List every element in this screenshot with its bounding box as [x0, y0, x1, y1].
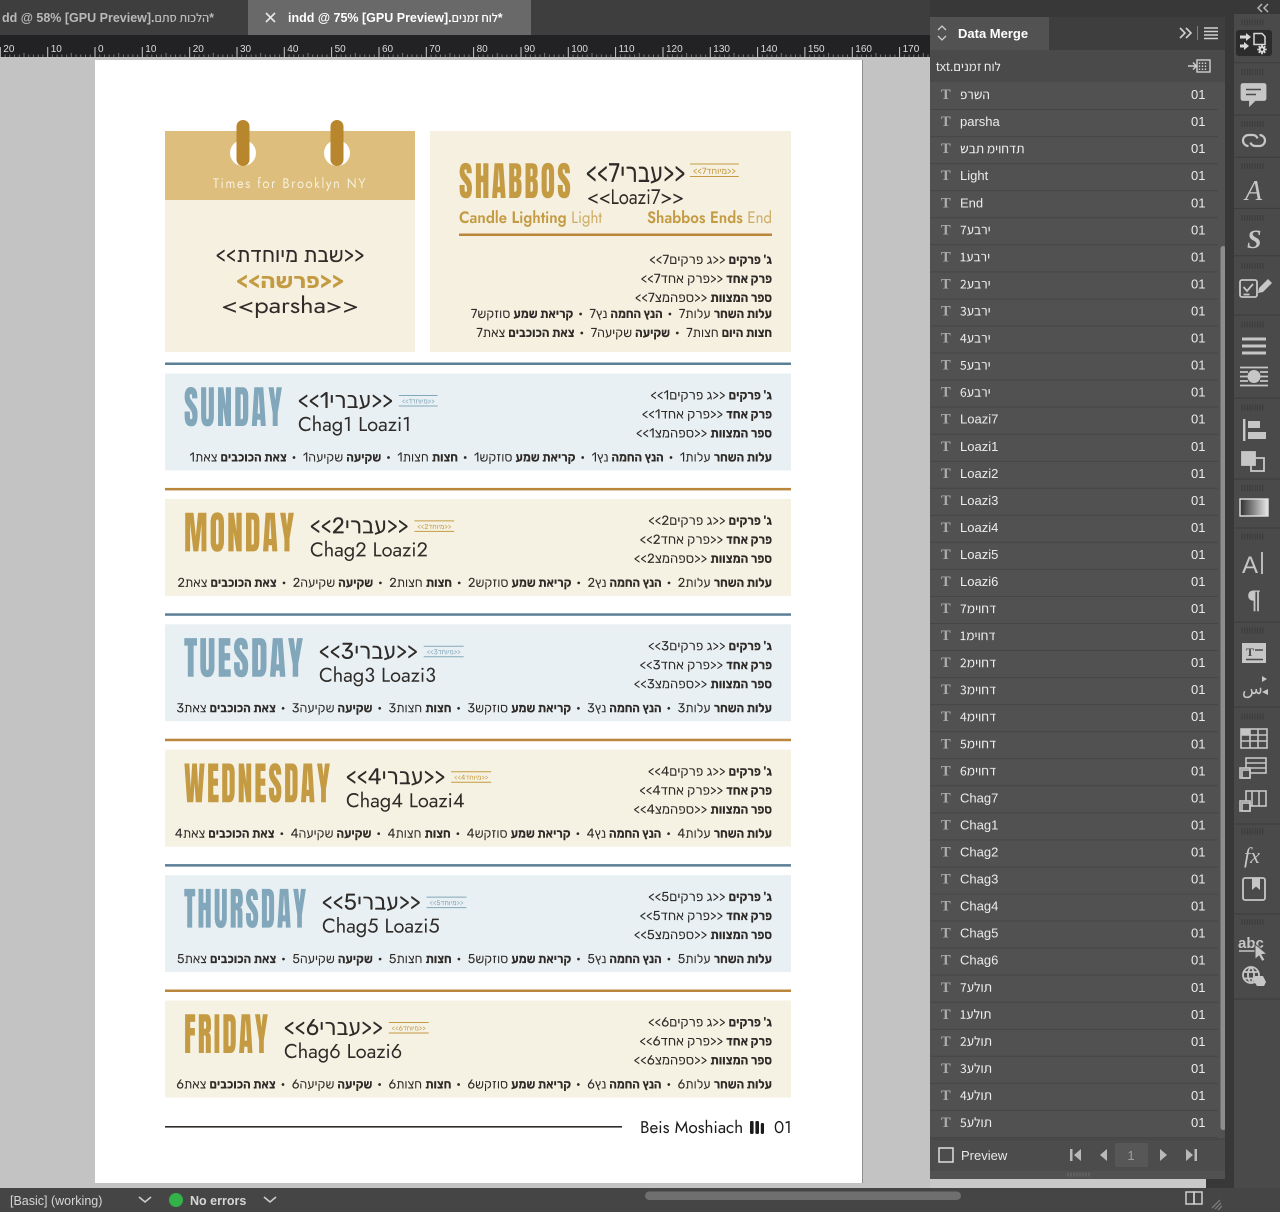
- svg-text:*: *: [498, 11, 503, 25]
- svg-text:30: 30: [240, 44, 252, 55]
- svg-text:Preview: Preview: [961, 1148, 1008, 1163]
- svg-text:Chag1: Chag1: [960, 818, 998, 833]
- svg-text:*: *: [209, 11, 214, 25]
- svg-text:50: 50: [335, 44, 347, 55]
- svg-text:Data Merge: Data Merge: [958, 26, 1028, 41]
- svg-text:60: 60: [382, 44, 394, 55]
- svg-text:20: 20: [3, 44, 15, 55]
- svg-text:10: 10: [145, 44, 157, 55]
- svg-text:Chag5: Chag5: [960, 926, 998, 941]
- svg-text:Loazi4: Loazi4: [960, 520, 998, 535]
- svg-text:150: 150: [808, 44, 825, 55]
- svg-text:170: 170: [903, 44, 920, 55]
- svg-text:Loazi6: Loazi6: [960, 574, 998, 589]
- svg-text:Loazi2: Loazi2: [960, 466, 998, 481]
- svg-text:Loazi3: Loazi3: [960, 493, 998, 508]
- svg-text:70: 70: [429, 44, 441, 55]
- svg-text:100: 100: [571, 44, 588, 55]
- svg-text:0: 0: [98, 44, 104, 55]
- svg-text:140: 140: [761, 44, 778, 55]
- svg-text:indd @ 75% [GPU Preview].: indd @ 75% [GPU Preview].: [288, 11, 452, 25]
- svg-text:110: 110: [619, 44, 635, 55]
- svg-text:80: 80: [477, 44, 489, 55]
- svg-text:dd @ 58% [GPU Preview].: dd @ 58% [GPU Preview].: [2, 11, 155, 25]
- svg-text:[Basic] (working): [Basic] (working): [10, 1194, 102, 1208]
- svg-text:Chag7: Chag7: [960, 790, 998, 805]
- svg-text:130: 130: [713, 44, 730, 55]
- svg-text:A: A: [1242, 552, 1258, 579]
- svg-text:No errors: No errors: [190, 1194, 246, 1208]
- svg-text:س: س: [1242, 679, 1263, 699]
- svg-text:Chag2: Chag2: [960, 845, 998, 860]
- svg-text:40: 40: [287, 44, 299, 55]
- svg-text:T: T: [1246, 645, 1254, 659]
- svg-text:160: 160: [855, 44, 872, 55]
- svg-text:Loazi7: Loazi7: [960, 412, 998, 427]
- svg-text:Loazi1: Loazi1: [960, 439, 998, 454]
- svg-text:txt.: txt.: [936, 59, 953, 74]
- svg-text:10: 10: [51, 44, 63, 55]
- svg-text:End: End: [960, 195, 983, 210]
- svg-text:Chag4: Chag4: [960, 899, 998, 914]
- svg-text:1: 1: [1127, 1148, 1134, 1163]
- svg-text:20: 20: [193, 44, 205, 55]
- svg-text:Loazi5: Loazi5: [960, 547, 998, 562]
- svg-text:120: 120: [666, 44, 683, 55]
- svg-text:¶: ¶: [1247, 585, 1261, 614]
- svg-text:Chag6: Chag6: [960, 953, 998, 968]
- svg-text:S: S: [1247, 225, 1261, 254]
- svg-text:A: A: [1243, 176, 1263, 207]
- svg-text:Chag3: Chag3: [960, 872, 998, 887]
- svg-text:fx: fx: [1244, 843, 1260, 868]
- svg-text:Light: Light: [960, 168, 989, 183]
- svg-text:90: 90: [524, 44, 536, 55]
- svg-text:parsha: parsha: [960, 114, 1001, 129]
